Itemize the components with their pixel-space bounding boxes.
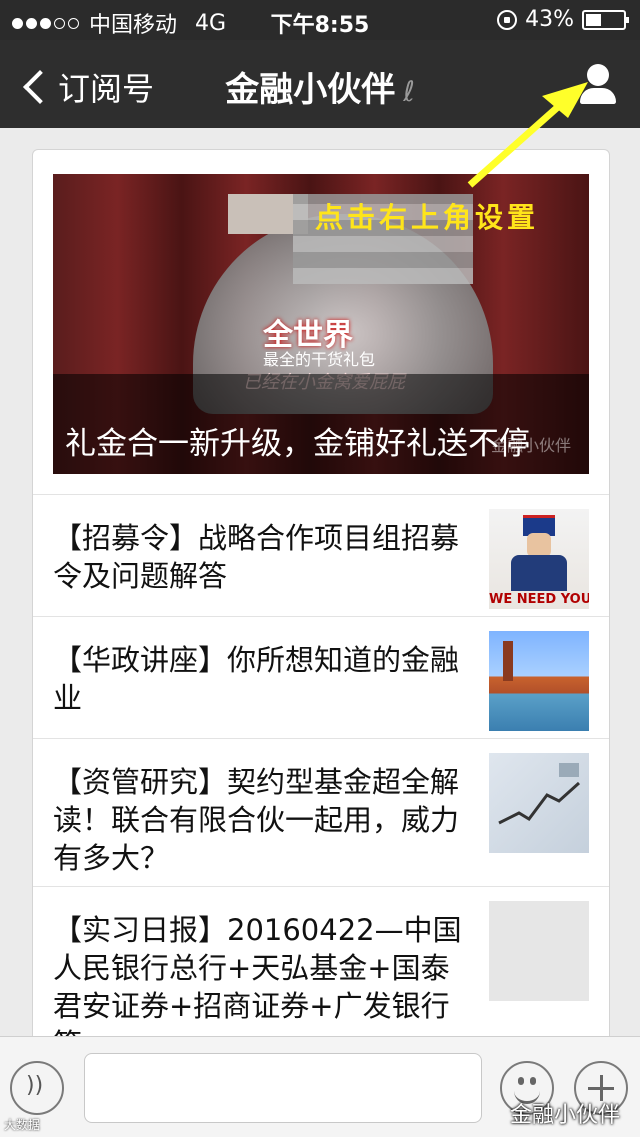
cover-article[interactable]: 点击右上角设置 全世界 最全的干货礼包 已经在小金窝爱屁屁 礼金合一新升级，金铺… xyxy=(53,174,589,474)
article-title: 【资管研究】契约型基金超全解读！联合有限合伙一起用，威力有多大？ xyxy=(53,765,460,875)
article-thumbnail xyxy=(489,901,589,1001)
article-card: 点击右上角设置 全世界 最全的干货礼包 已经在小金窝爱屁屁 礼金合一新升级，金铺… xyxy=(32,149,610,1051)
cover-watermark: 金融小伙伴 xyxy=(490,436,571,455)
article-thumbnail xyxy=(489,631,589,731)
battery-icon xyxy=(582,9,629,30)
list-item[interactable]: 【资管研究】契约型基金超全解读！联合有限合伙一起用，威力有多大？ xyxy=(33,738,609,887)
article-title: 【招募令】战略合作项目组招募令及问题解答 xyxy=(53,521,460,593)
status-bar: 中国移动 4G 下午8:55 43% xyxy=(0,0,640,40)
status-right: 43% xyxy=(497,7,629,32)
list-item[interactable]: 【实习日报】20160422—中国人民银行总行+天弘基金+国泰君安证券+招商证券… xyxy=(33,886,609,1050)
person-icon xyxy=(587,64,609,86)
wechat-watermark: 金融小伙伴 xyxy=(509,1103,620,1128)
poster-subline: 最全的干货礼包 xyxy=(263,350,376,369)
article-title: 【华政讲座】你所想知道的金融业 xyxy=(53,643,460,715)
article-thumbnail xyxy=(489,753,589,853)
input-bar: )) 金融小伙伴 大数据 xyxy=(0,1036,640,1137)
article-thumbnail: WE NEED YOU xyxy=(489,509,589,609)
article-title: 【实习日报】20160422—中国人民银行总行+天弘基金+国泰君安证券+招商证券… xyxy=(53,913,462,1050)
thumbnail-caption: WE NEED YOU xyxy=(489,592,589,607)
corner-watermark: 大数据 xyxy=(4,1118,41,1132)
page-title-text: 金融小伙伴 xyxy=(225,70,396,110)
battery-percent: 43% xyxy=(525,7,574,32)
list-item[interactable]: 【招募令】战略合作项目组招募令及问题解答 WE NEED YOU xyxy=(33,494,609,617)
voice-icon: )) xyxy=(26,1073,44,1098)
rotation-lock-icon xyxy=(497,9,518,30)
message-input[interactable] xyxy=(84,1053,482,1123)
nav-bar: 订阅号 金融小伙伴 ℓ xyxy=(0,40,640,128)
profile-button[interactable] xyxy=(578,62,618,106)
page-title: 金融小伙伴 ℓ xyxy=(0,62,640,111)
cover-overlay-tip: 点击右上角设置 xyxy=(315,201,540,234)
voice-button[interactable]: )) xyxy=(10,1061,64,1115)
mute-ear-icon: ℓ xyxy=(403,75,415,108)
list-item[interactable]: 【华政讲座】你所想知道的金融业 xyxy=(33,616,609,739)
